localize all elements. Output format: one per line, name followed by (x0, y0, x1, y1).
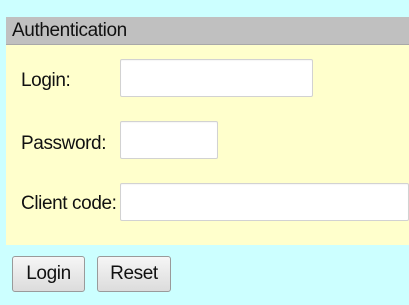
login-input[interactable] (120, 59, 313, 97)
password-label: Password: (21, 133, 107, 154)
login-label: Login: (21, 70, 71, 91)
reset-button[interactable]: Reset (97, 256, 171, 292)
client-code-label: Client code: (21, 193, 117, 214)
client-code-input[interactable] (120, 183, 409, 221)
password-input[interactable] (120, 121, 218, 159)
panel-title: Authentication (12, 20, 127, 41)
login-button[interactable]: Login (12, 256, 85, 292)
panel-header: Authentication (6, 17, 409, 45)
authentication-panel: Authentication Login: Password: Client c… (6, 17, 409, 245)
